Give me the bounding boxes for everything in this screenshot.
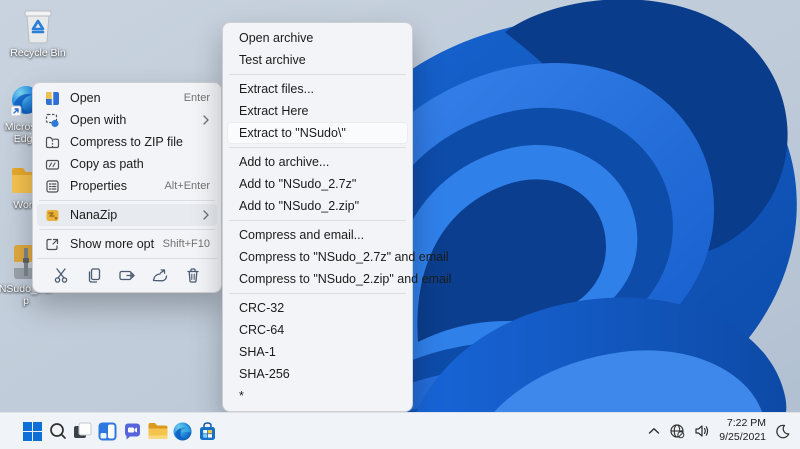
tray-chevron-up-icon[interactable] [648, 427, 660, 435]
submenu-item-extract-here[interactable]: Extract Here [227, 100, 408, 122]
edge-icon [173, 422, 192, 440]
compress-folder-icon [44, 134, 60, 150]
copy-icon[interactable] [80, 263, 108, 287]
nanazip-file-icon [44, 90, 60, 106]
menu-item-show-more-options[interactable]: Show more options Shift+F10 [37, 233, 217, 255]
menu-item-label: NanaZip [70, 208, 118, 222]
chevron-right-icon [200, 115, 210, 125]
task-view-button[interactable] [70, 416, 95, 446]
submenu-item-compress-email[interactable]: Compress and email... [227, 224, 408, 246]
context-menu: Open Enter Open with Compress to ZIP fil… [32, 82, 222, 293]
quick-actions-row [37, 258, 217, 288]
open-with-icon [44, 112, 60, 128]
menu-item-label: Open [70, 91, 101, 105]
menu-separator [229, 220, 406, 221]
desktop-icon-recycle-bin[interactable]: Recycle Bin [10, 6, 66, 59]
desktop: Recycle Bin Microsoft Edge Works NSudo_2… [0, 0, 800, 449]
edge-button[interactable] [170, 416, 195, 446]
file-explorer-button[interactable] [145, 416, 170, 446]
search-button[interactable] [45, 416, 70, 446]
menu-item-properties[interactable]: Properties Alt+Enter [37, 175, 217, 197]
chevron-right-icon [200, 210, 210, 220]
menu-item-copy-as-path[interactable]: Copy as path [37, 153, 217, 175]
menu-shortcut: Enter [183, 92, 210, 104]
menu-item-label: Properties [70, 179, 127, 193]
delete-icon[interactable] [179, 263, 207, 287]
taskbar: 7:22 PM 9/25/2021 [0, 412, 800, 449]
menu-separator [39, 200, 215, 201]
menu-item-open[interactable]: Open Enter [37, 87, 217, 109]
menu-item-label: Copy as path [70, 157, 144, 171]
store-button[interactable] [195, 416, 220, 446]
nanazip-icon [44, 207, 60, 223]
microsoft-store-icon [200, 421, 215, 440]
taskbar-clock[interactable]: 7:22 PM 9/25/2021 [719, 417, 766, 444]
task-view-icon [74, 422, 92, 438]
menu-separator [229, 293, 406, 294]
submenu-item-sha1[interactable]: SHA-1 [227, 341, 408, 363]
submenu-item-add-to-7z[interactable]: Add to "NSudo_2.7z" [227, 173, 408, 195]
rename-icon[interactable] [113, 263, 141, 287]
focus-assist-moon-icon[interactable] [775, 424, 790, 439]
submenu-item-extract-to[interactable]: Extract to "NSudo\" [227, 122, 408, 144]
submenu-item-crc64[interactable]: CRC-64 [227, 319, 408, 341]
menu-separator [39, 229, 215, 230]
copy-path-icon [44, 156, 60, 172]
teams-chat-icon [125, 423, 140, 439]
menu-item-label: Compress to ZIP file [70, 135, 184, 149]
submenu-item-add-to-zip[interactable]: Add to "NSudo_2.zip" [227, 195, 408, 217]
windows-logo-icon [23, 421, 42, 441]
start-button[interactable] [20, 416, 45, 446]
submenu-item-open-archive[interactable]: Open archive [227, 27, 408, 49]
cut-icon[interactable] [47, 263, 75, 287]
share-icon[interactable] [146, 263, 174, 287]
search-icon [49, 423, 66, 439]
clock-time: 7:22 PM [726, 417, 766, 430]
system-tray: 7:22 PM 9/25/2021 [648, 417, 790, 444]
show-more-options-icon [44, 236, 60, 252]
submenu-item-star[interactable]: * [227, 385, 408, 407]
submenu-item-crc32[interactable]: CRC-32 [227, 297, 408, 319]
menu-item-nanazip[interactable]: NanaZip [37, 204, 217, 226]
submenu-item-extract-files[interactable]: Extract files... [227, 78, 408, 100]
menu-shortcut: Shift+F10 [162, 238, 210, 250]
clock-date: 9/25/2021 [719, 431, 766, 443]
menu-shortcut: Alt+Enter [164, 180, 210, 192]
menu-item-label: Show more options [70, 237, 155, 251]
submenu-item-test-archive[interactable]: Test archive [227, 49, 408, 71]
submenu-item-compress-7z-email[interactable]: Compress to "NSudo_2.7z" and email [227, 246, 449, 268]
network-globe-icon[interactable] [669, 423, 685, 439]
properties-icon [44, 178, 60, 194]
nanazip-submenu: Open archive Test archive Extract files.… [222, 22, 451, 412]
menu-separator [229, 147, 406, 148]
menu-item-label: Open with [70, 113, 127, 127]
submenu-item-add-to-archive[interactable]: Add to archive... [227, 151, 408, 173]
chat-button[interactable] [120, 416, 145, 446]
submenu-item-sha256[interactable]: SHA-256 [227, 363, 408, 385]
taskbar-buttons [20, 416, 220, 446]
desktop-icon-label: Recycle Bin [10, 47, 66, 59]
widgets-icon [98, 422, 117, 440]
menu-separator [229, 74, 406, 75]
menu-item-compress-zip[interactable]: Compress to ZIP file [37, 131, 217, 153]
menu-item-open-with[interactable]: Open with [37, 109, 217, 131]
submenu-item-compress-zip-email[interactable]: Compress to "NSudo_2.zip" and email [227, 268, 451, 290]
recycle-bin-icon [20, 6, 56, 44]
file-explorer-icon [148, 423, 167, 439]
widgets-button[interactable] [95, 416, 120, 446]
volume-icon[interactable] [694, 423, 710, 439]
